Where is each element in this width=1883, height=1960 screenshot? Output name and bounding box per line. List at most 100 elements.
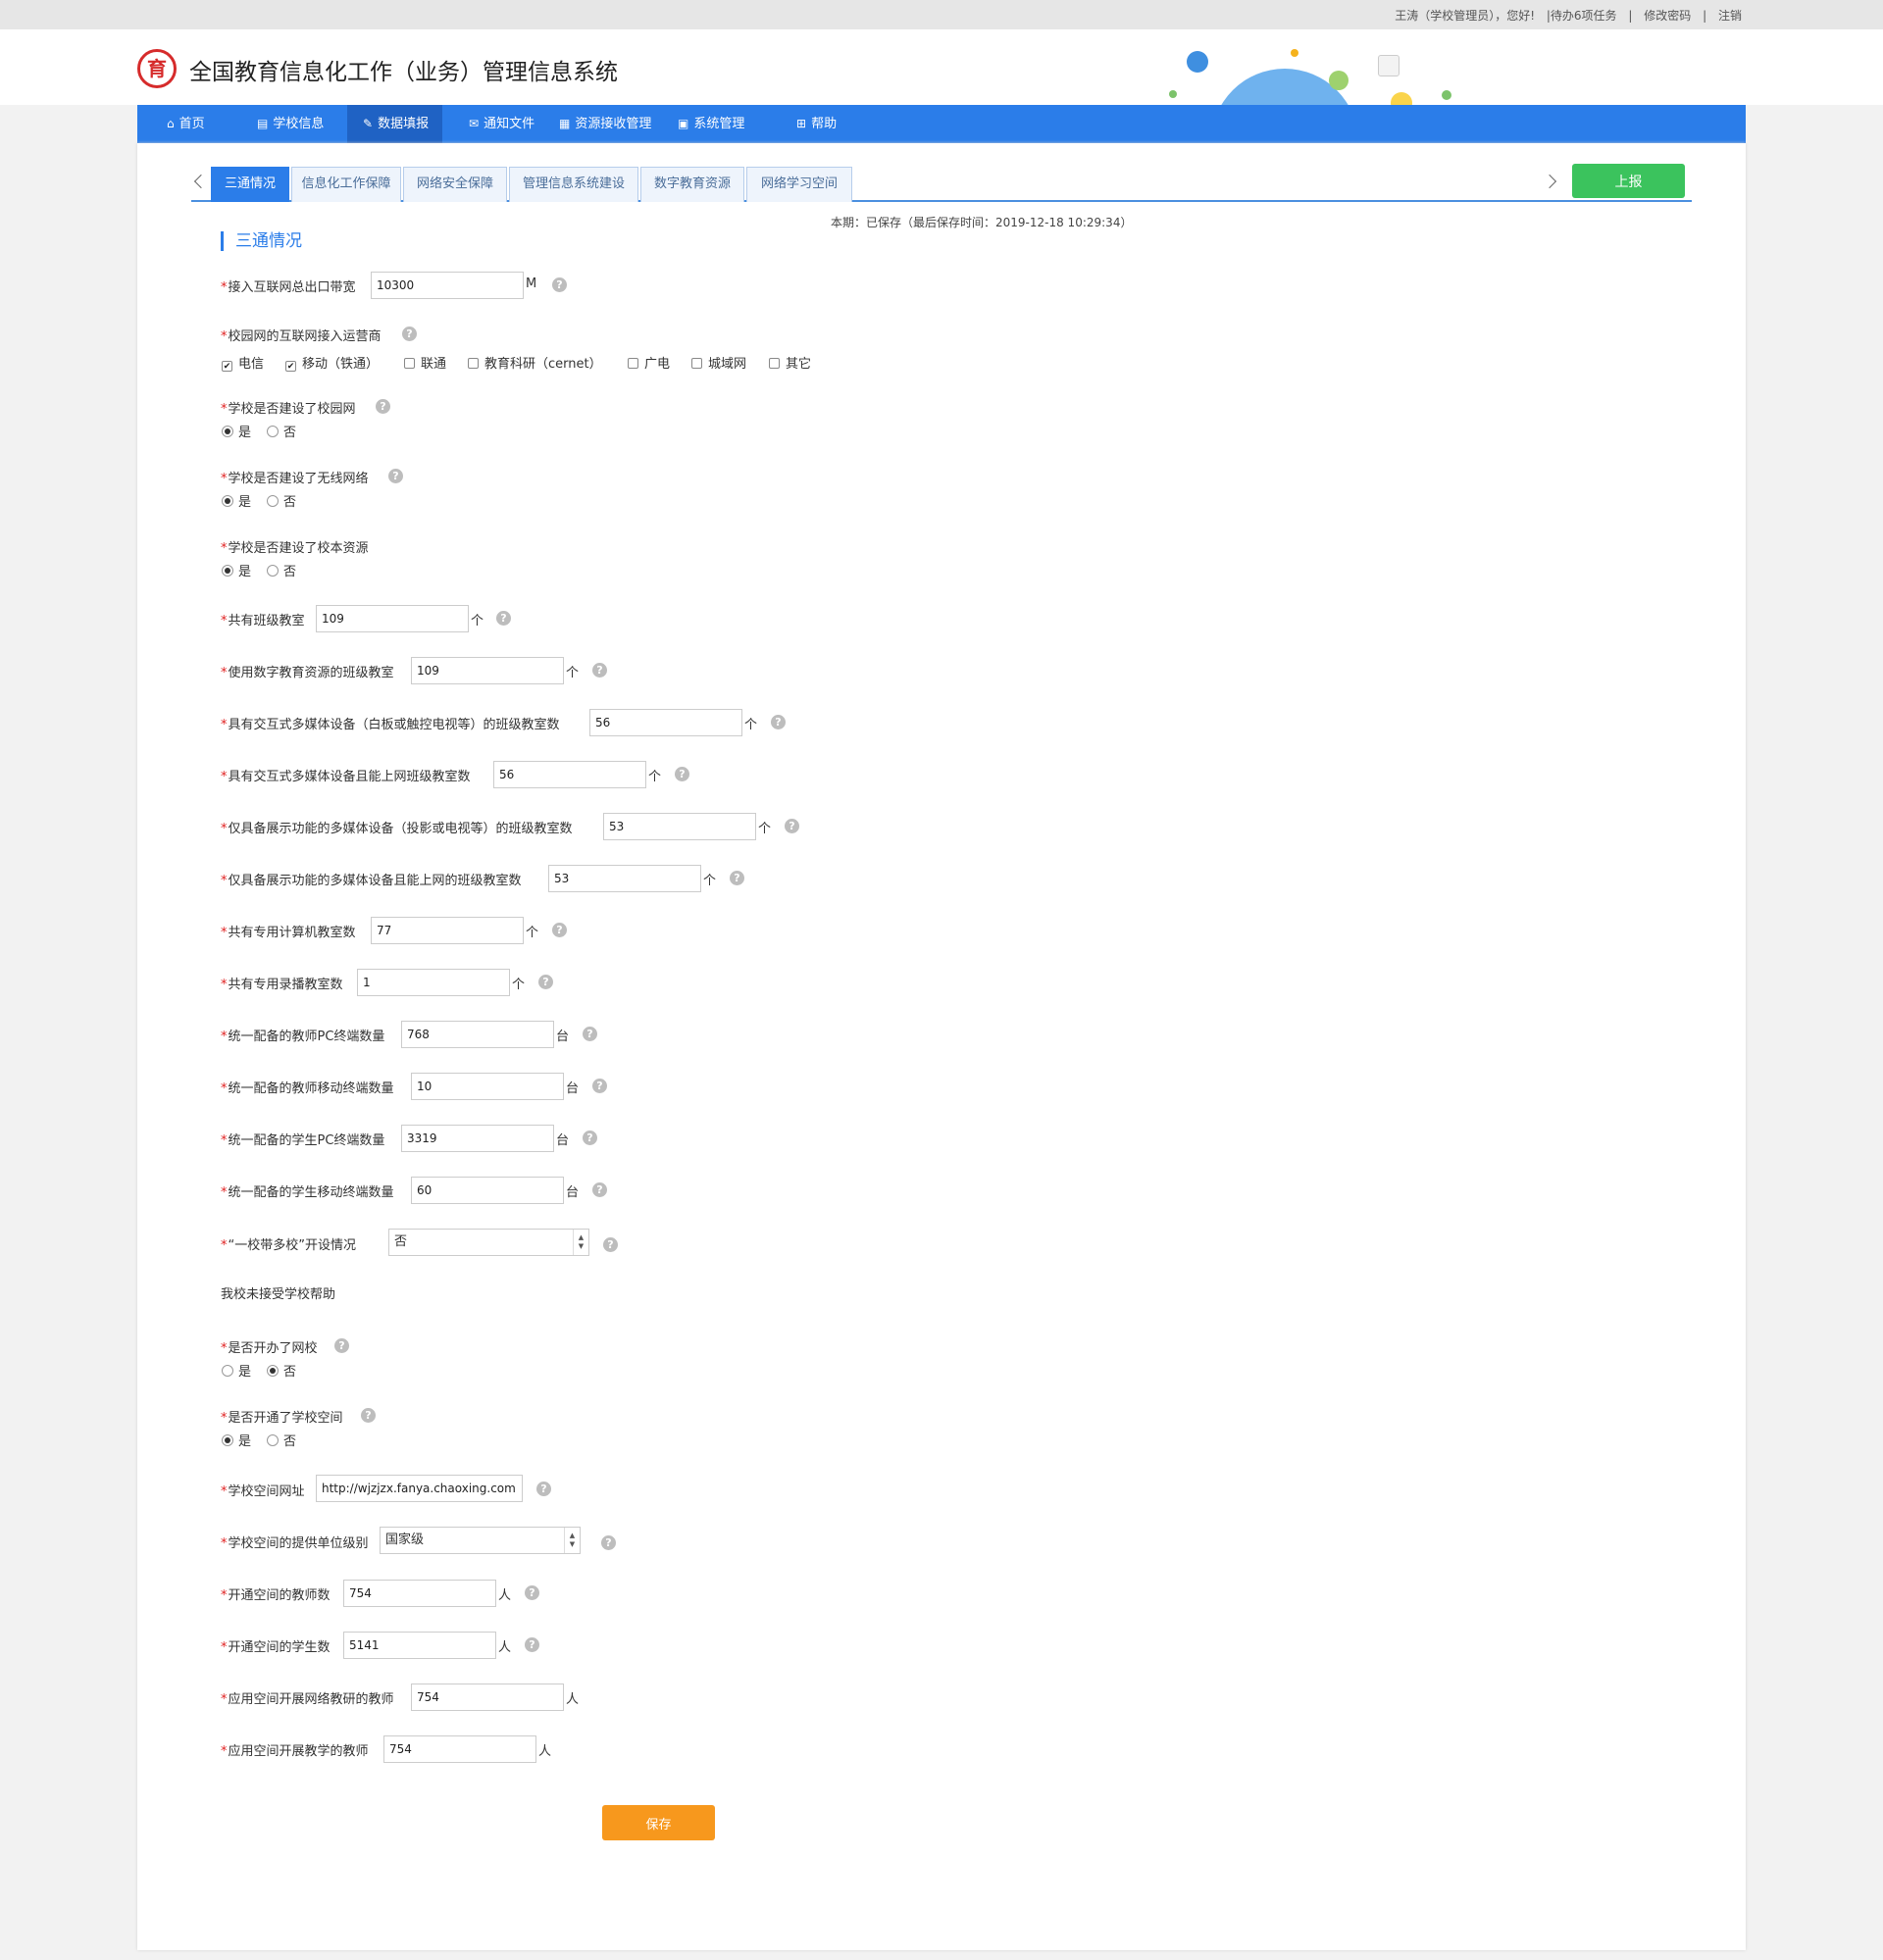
isp-option-unicom[interactable]: 联通 — [404, 353, 446, 372]
radio[interactable] — [267, 565, 279, 577]
recording-rooms-input[interactable]: 1 — [357, 969, 510, 996]
help-icon[interactable]: ? — [496, 611, 511, 626]
tab-network-security[interactable]: 网络安全保障 — [403, 167, 507, 202]
teacher-mobile-input[interactable]: 10 — [411, 1073, 564, 1100]
radio[interactable] — [222, 1365, 233, 1377]
display-classrooms-input[interactable]: 53 — [603, 813, 756, 840]
display-online-input[interactable]: 53 — [548, 865, 701, 892]
digital-classrooms-input[interactable]: 109 — [411, 657, 564, 684]
classrooms-input[interactable]: 109 — [316, 605, 469, 632]
help-icon[interactable]: ? — [583, 1027, 597, 1041]
help-icon[interactable]: ? — [675, 767, 689, 781]
bandwidth-input[interactable]: 10300 — [371, 272, 524, 299]
checkbox[interactable] — [404, 358, 415, 369]
radio-selected[interactable] — [267, 1365, 279, 1377]
checkbox[interactable] — [691, 358, 702, 369]
help-icon[interactable]: ? — [730, 871, 744, 885]
space-provider-level-select[interactable]: 国家级 ▲ ▼ — [380, 1527, 581, 1554]
nav-help[interactable]: ⊞ 帮助 — [796, 105, 837, 143]
radio-no[interactable]: 否 — [267, 422, 296, 440]
help-icon[interactable]: ? — [376, 399, 390, 414]
help-icon[interactable]: ? — [785, 819, 799, 833]
interactive-classrooms-input[interactable]: 56 — [589, 709, 742, 736]
radio[interactable] — [267, 495, 279, 507]
help-icon[interactable]: ? — [334, 1338, 349, 1353]
checkbox[interactable] — [628, 358, 638, 369]
student-mobile-input[interactable]: 60 — [411, 1177, 564, 1204]
nav-resources[interactable]: ▦ 资源接收管理 — [559, 105, 651, 143]
teacher-pc-input[interactable]: 768 — [401, 1021, 554, 1048]
one-school-many-select[interactable]: 否 ▲ ▼ — [388, 1229, 589, 1256]
radio-yes[interactable]: 是 — [222, 491, 251, 510]
help-icon[interactable]: ? — [601, 1535, 616, 1550]
help-icon[interactable]: ? — [552, 923, 567, 937]
tab-it-support[interactable]: 信息化工作保障 — [291, 167, 401, 202]
isp-option-mobile[interactable]: ✔ 移动（铁通） — [285, 353, 379, 372]
pending-tasks-link[interactable]: |待办6项任务 — [1547, 9, 1617, 23]
radio-no[interactable]: 否 — [267, 491, 296, 510]
save-button[interactable]: 保存 — [602, 1805, 715, 1840]
radio-yes[interactable]: 是 — [222, 1431, 251, 1449]
nav-notices[interactable]: ✉ 通知文件 — [469, 105, 534, 143]
spinner-icon[interactable]: ▲ ▼ — [573, 1230, 588, 1255]
computer-rooms-input[interactable]: 77 — [371, 917, 524, 944]
tab-santong[interactable]: 三通情况 — [211, 167, 289, 202]
report-button[interactable]: 上报 — [1572, 164, 1685, 198]
checkbox-checked[interactable]: ✔ — [285, 361, 296, 372]
isp-option-other[interactable]: 其它 — [769, 353, 811, 372]
checkbox[interactable] — [769, 358, 780, 369]
space-students-input[interactable]: 5141 — [343, 1632, 496, 1659]
checkbox-checked[interactable]: ✔ — [222, 361, 232, 372]
help-icon[interactable]: ? — [536, 1482, 551, 1496]
radio[interactable] — [267, 1434, 279, 1446]
interactive-online-input[interactable]: 56 — [493, 761, 646, 788]
radio-selected[interactable] — [222, 426, 233, 437]
isp-option-broadcast[interactable]: 广电 — [628, 353, 670, 372]
help-icon[interactable]: ? — [592, 1079, 607, 1093]
radio-no[interactable]: 否 — [267, 1431, 296, 1449]
teaching-teachers-input[interactable]: 754 — [383, 1735, 536, 1763]
help-icon[interactable]: ? — [592, 1182, 607, 1197]
radio[interactable] — [267, 426, 279, 437]
nav-data-entry[interactable]: ✎ 数据填报 — [347, 105, 443, 143]
isp-option-cernet[interactable]: 教育科研（cernet） — [468, 353, 602, 372]
radio-yes[interactable]: 是 — [222, 422, 251, 440]
help-icon[interactable]: ? — [525, 1585, 539, 1600]
tab-digital-resources[interactable]: 数字教育资源 — [640, 167, 744, 202]
radio-no[interactable]: 否 — [267, 561, 296, 579]
logout-link[interactable]: 注销 — [1718, 9, 1742, 23]
help-icon[interactable]: ? — [538, 975, 553, 989]
isp-option-metro[interactable]: 城域网 — [691, 353, 746, 372]
radio-selected[interactable] — [222, 565, 233, 577]
research-teachers-input[interactable]: 754 — [411, 1684, 564, 1711]
help-icon[interactable]: ? — [603, 1237, 618, 1252]
radio-selected[interactable] — [222, 495, 233, 507]
change-password-link[interactable]: 修改密码 — [1644, 9, 1691, 23]
nav-school-info[interactable]: ▤ 学校信息 — [257, 105, 324, 143]
spinner-icon[interactable]: ▲ ▼ — [564, 1528, 580, 1553]
help-icon[interactable]: ? — [361, 1408, 376, 1423]
isp-option-telecom[interactable]: ✔ 电信 — [222, 353, 264, 372]
help-icon[interactable]: ? — [525, 1637, 539, 1652]
student-pc-input[interactable]: 3319 — [401, 1125, 554, 1152]
nav-system[interactable]: ▣ 系统管理 — [678, 105, 744, 143]
help-icon[interactable]: ? — [552, 277, 567, 292]
required-mark: * — [221, 614, 228, 628]
tab-learning-space[interactable]: 网络学习空间 — [746, 167, 852, 202]
space-url-input[interactable]: http://wjzjzx.fanya.chaoxing.com — [316, 1475, 523, 1502]
help-icon[interactable]: ? — [388, 469, 403, 483]
help-icon[interactable]: ? — [771, 715, 786, 729]
radio-selected[interactable] — [222, 1434, 233, 1446]
help-icon[interactable]: ? — [592, 663, 607, 678]
space-teachers-input[interactable]: 754 — [343, 1580, 496, 1607]
radio-no[interactable]: 否 — [267, 1361, 296, 1380]
help-icon[interactable]: ? — [402, 327, 417, 341]
checkbox[interactable] — [468, 358, 479, 369]
help-icon[interactable]: ? — [583, 1131, 597, 1145]
radio-yes[interactable]: 是 — [222, 561, 251, 579]
chevron-left-icon[interactable] — [193, 174, 209, 189]
nav-home[interactable]: ⌂ 首页 — [167, 105, 205, 143]
chevron-right-icon[interactable] — [1542, 174, 1557, 189]
tab-mis[interactable]: 管理信息系统建设 — [509, 167, 638, 202]
radio-yes[interactable]: 是 — [222, 1361, 251, 1380]
